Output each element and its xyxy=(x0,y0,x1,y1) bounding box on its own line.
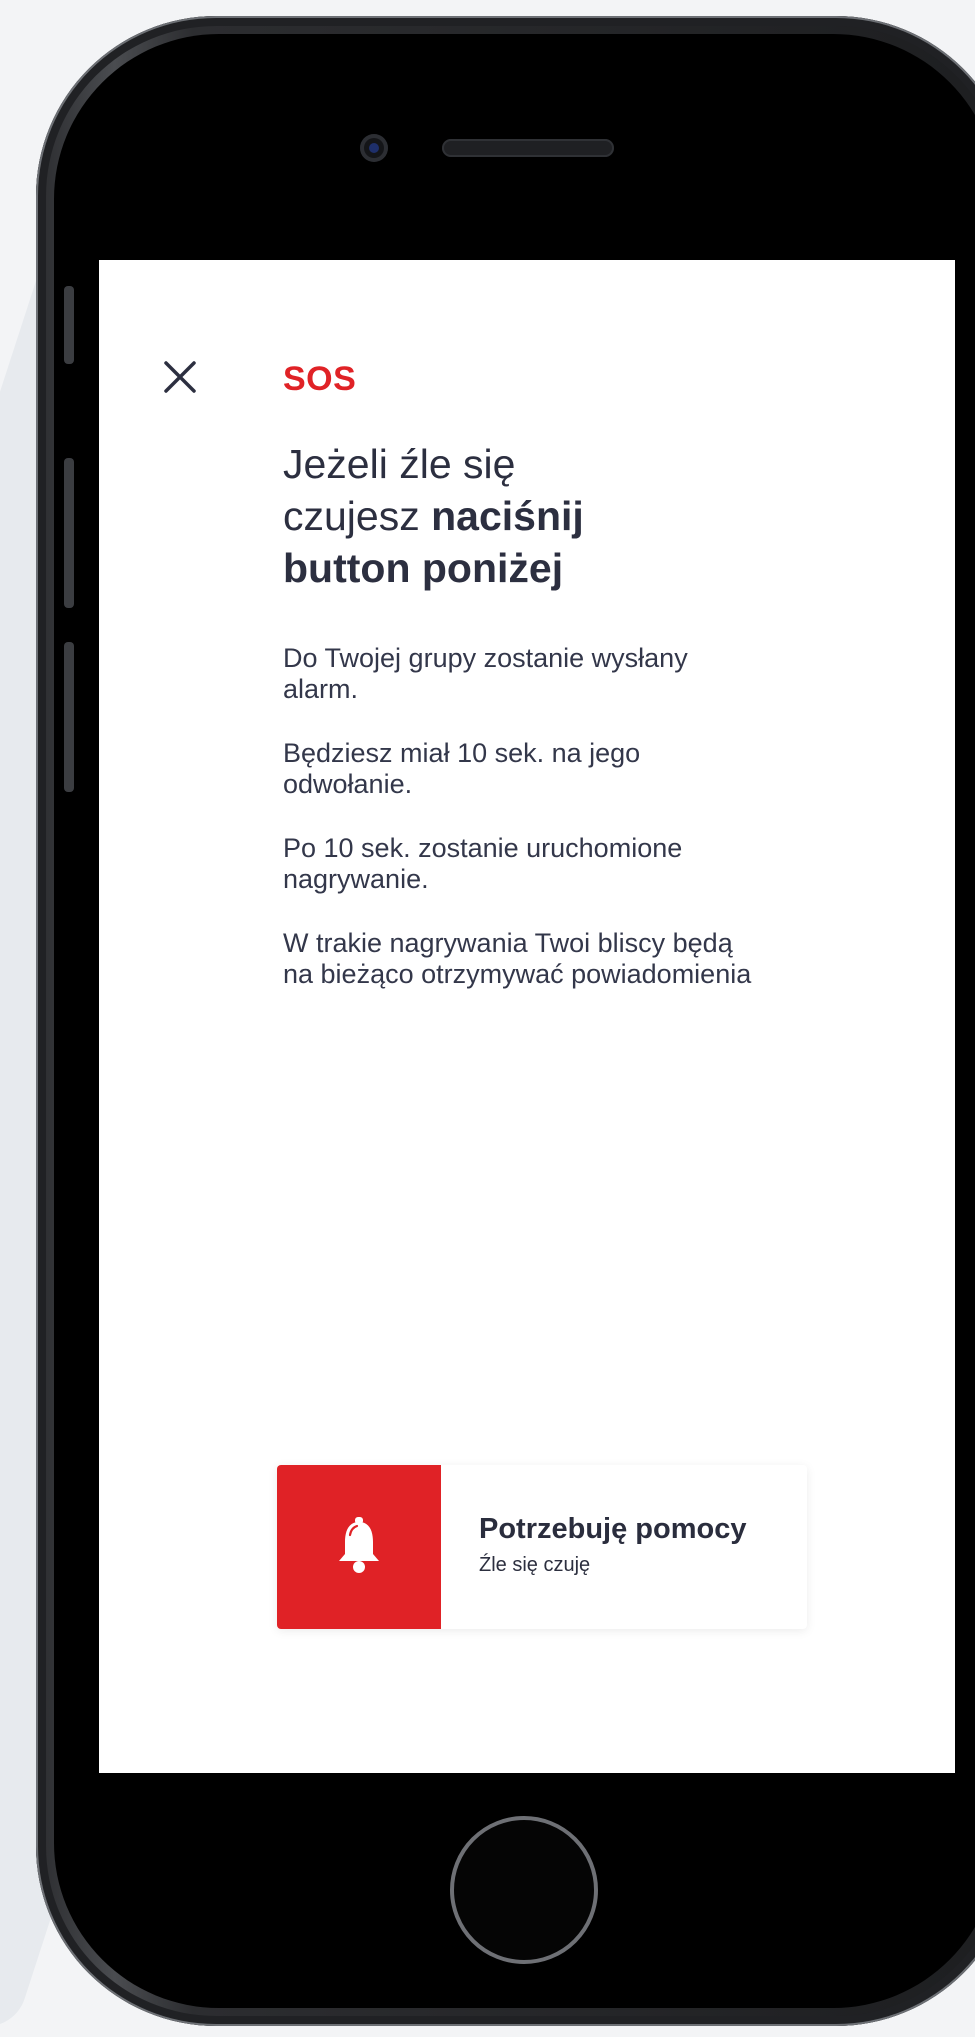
sos-button-subtitle: Źle się czuję xyxy=(479,1554,591,1576)
instruction-paragraph: Będziesz miał 10 sek. na jego odwołanie. xyxy=(283,738,641,799)
sos-button-texts: Potrzebuję pomocy Źle się czuję xyxy=(441,1465,747,1629)
instructions: Do Twojej grupy zostanie wysłany alarm. … xyxy=(283,643,753,1023)
close-icon[interactable] xyxy=(163,360,197,394)
front-camera xyxy=(360,134,388,162)
sos-help-button[interactable]: Potrzebuję pomocy Źle się czuję xyxy=(277,1465,807,1629)
instruction-paragraph: Po 10 sek. zostanie uruchomione nagrywan… xyxy=(283,833,683,894)
headline: Jeżeli źle się czujesz naciśnij button p… xyxy=(283,438,703,594)
instruction-paragraph: W trakie nagrywania Twoi bliscy będą na … xyxy=(283,928,752,989)
sos-button-title: Potrzebuję pomocy xyxy=(479,1513,747,1545)
volume-up-button xyxy=(64,458,74,608)
headline-line-3: button poniżej xyxy=(283,545,564,591)
bell-icon xyxy=(337,1516,381,1579)
page-title: SOS xyxy=(283,360,357,398)
headline-emphasis: naciśnij xyxy=(431,493,584,539)
app-screen: SOS Jeżeli źle się czujesz naciśnij butt… xyxy=(99,260,955,1773)
headline-line-2: czujesz xyxy=(283,493,432,539)
home-button[interactable] xyxy=(450,1816,598,1964)
sos-icon-box xyxy=(277,1465,441,1629)
mute-switch xyxy=(64,286,74,364)
instruction-paragraph: Do Twojej grupy zostanie wysłany alarm. xyxy=(283,643,688,704)
headline-line-1: Jeżeli źle się xyxy=(283,441,516,487)
volume-down-button xyxy=(64,642,74,792)
earpiece-speaker xyxy=(442,139,614,157)
